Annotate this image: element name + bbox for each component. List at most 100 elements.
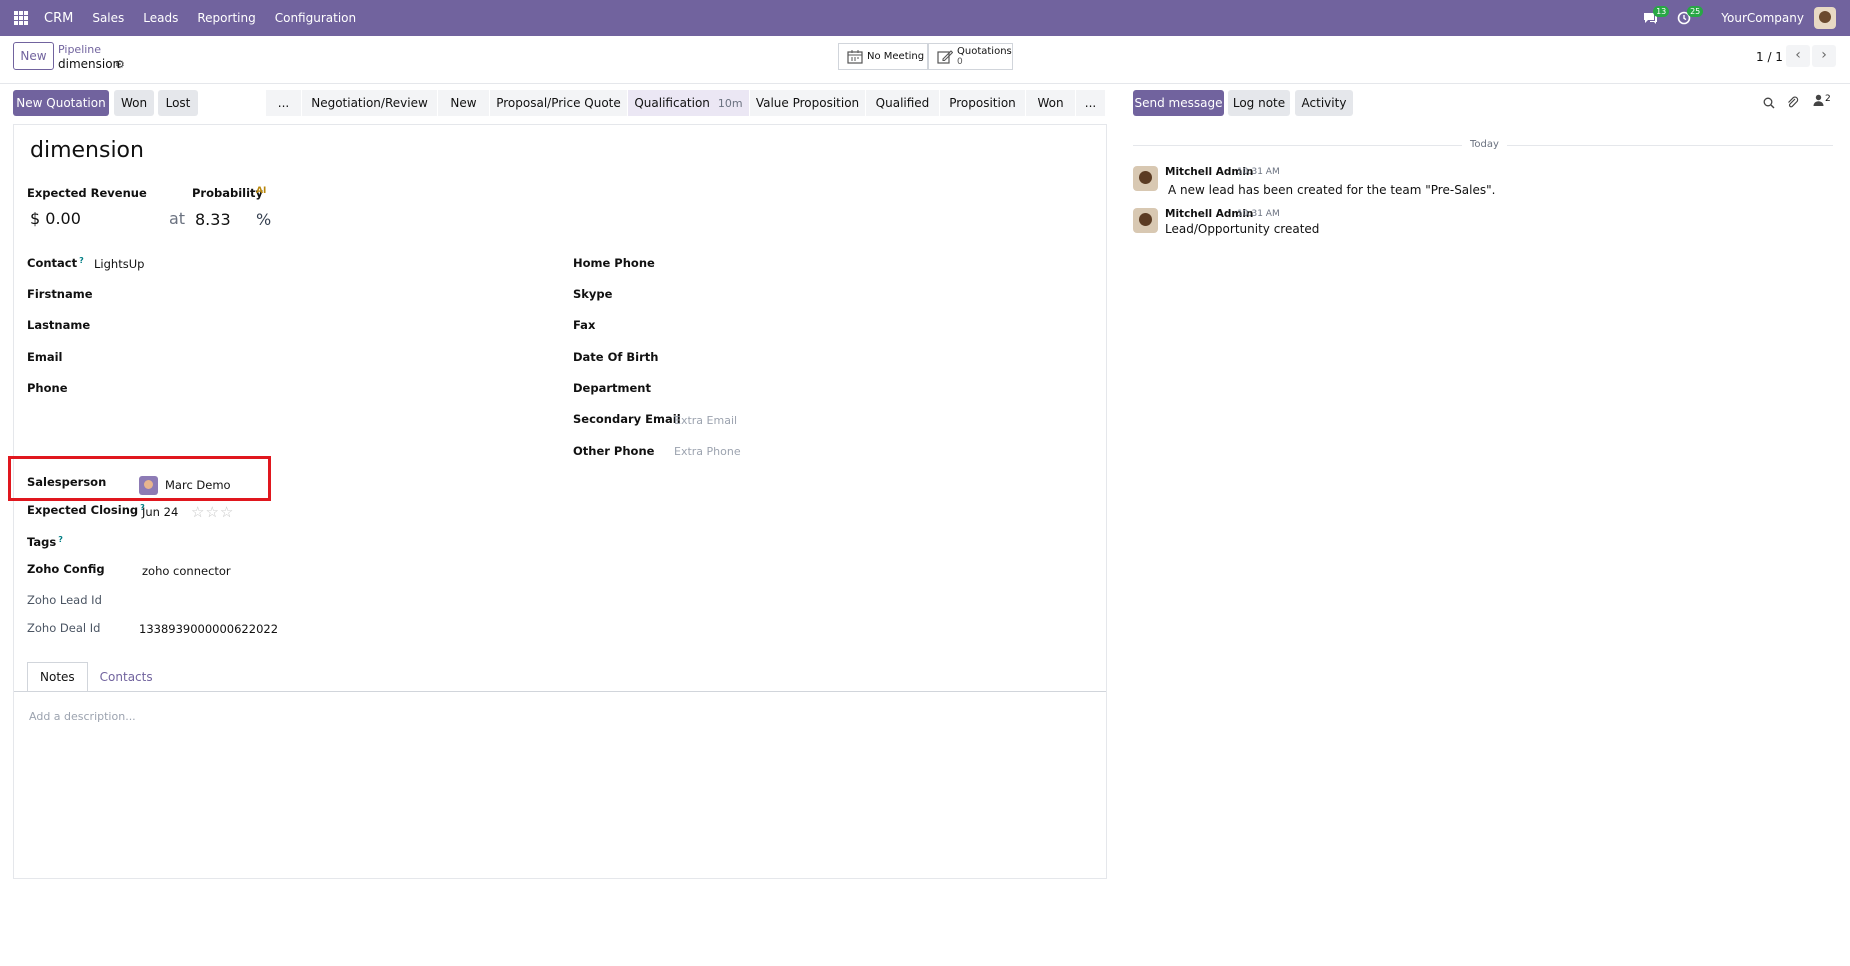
- help-icon: ?: [58, 535, 63, 544]
- secondary-email-field[interactable]: Extra Email: [674, 414, 737, 427]
- stage-time: 10m: [717, 96, 743, 110]
- expected-closing-field[interactable]: Jun 24: [142, 505, 178, 519]
- search-icon[interactable]: [1763, 97, 1775, 109]
- stage-proposal[interactable]: Proposal/Price Quote: [490, 90, 628, 116]
- new-quotation-button[interactable]: New Quotation: [13, 90, 109, 116]
- stage-label: Proposal/Price Quote: [496, 96, 621, 110]
- menu-reporting[interactable]: Reporting: [197, 11, 255, 25]
- menu-leads[interactable]: Leads: [143, 11, 178, 25]
- tab-notes[interactable]: Notes: [27, 662, 88, 692]
- home-phone-label: Home Phone: [573, 256, 655, 270]
- message-avatar[interactable]: [1133, 166, 1158, 191]
- zoho-lead-id-label: Zoho Lead Id: [27, 593, 102, 607]
- top-navbar: CRM Sales Leads Reporting Configuration …: [0, 0, 1850, 36]
- followers-button[interactable]: 2: [1813, 94, 1831, 106]
- user-icon: [1813, 94, 1824, 106]
- salesperson-label: Salesperson: [27, 475, 107, 489]
- tab-contacts[interactable]: Contacts: [88, 662, 165, 692]
- message-time: 10:31 AM: [1237, 209, 1280, 219]
- pager-previous-button[interactable]: ‹: [1786, 45, 1810, 67]
- form-sheet: [13, 124, 1107, 879]
- fax-label: Fax: [573, 318, 596, 332]
- opportunity-title[interactable]: dimension: [30, 138, 144, 163]
- other-phone-field[interactable]: Extra Phone: [674, 445, 741, 458]
- stage-negotiation[interactable]: Negotiation/Review: [302, 90, 438, 116]
- stage-proposition[interactable]: Proposition: [940, 90, 1026, 116]
- message-avatar[interactable]: [1133, 208, 1158, 233]
- stage-label: Qualification: [634, 96, 710, 110]
- stage-new[interactable]: New: [438, 90, 490, 116]
- stage-label: Won: [1037, 96, 1064, 110]
- send-message-button[interactable]: Send message: [1133, 90, 1224, 116]
- expected-revenue-label: Expected Revenue: [27, 186, 147, 200]
- department-label: Department: [573, 381, 651, 395]
- firstname-label: Firstname: [27, 287, 93, 301]
- zoho-config-label: Zoho Config: [27, 562, 105, 576]
- stage-value-proposition[interactable]: Value Proposition: [750, 90, 866, 116]
- skype-label: Skype: [573, 287, 613, 301]
- stage-more-left[interactable]: ...: [266, 90, 302, 116]
- company-switcher[interactable]: YourCompany: [1721, 11, 1804, 25]
- zoho-deal-id-field[interactable]: 1338939000000622022: [139, 622, 278, 636]
- menu-sales[interactable]: Sales: [92, 11, 124, 25]
- zoho-config-field[interactable]: zoho connector: [142, 564, 231, 578]
- pager-next-button[interactable]: ›: [1812, 45, 1836, 67]
- stage-statusbar: ... Negotiation/Review New Proposal/Pric…: [266, 90, 1106, 116]
- messages-count-badge: 13: [1653, 6, 1670, 17]
- message-body: Lead/Opportunity created: [1165, 222, 1320, 236]
- stage-more-right[interactable]: ...: [1076, 90, 1106, 116]
- quotations-label: Quotations: [957, 45, 1012, 57]
- stage-qualification[interactable]: Qualification 10m: [628, 90, 750, 116]
- activity-button[interactable]: Activity: [1295, 90, 1353, 116]
- phone-label: Phone: [27, 381, 68, 395]
- stage-label: Value Proposition: [755, 96, 860, 110]
- tags-label: Tags?: [27, 535, 63, 549]
- gear-icon[interactable]: ⚙: [115, 58, 125, 71]
- lost-button[interactable]: Lost: [158, 90, 198, 116]
- log-note-button[interactable]: Log note: [1228, 90, 1290, 116]
- menu-configuration[interactable]: Configuration: [275, 11, 356, 25]
- app-name[interactable]: CRM: [44, 11, 73, 26]
- messages-button[interactable]: 13: [1639, 6, 1670, 28]
- day-label: Today: [1462, 139, 1507, 150]
- tab-divider: [14, 691, 1106, 692]
- edit-icon: [937, 49, 953, 64]
- at-label: at: [169, 209, 186, 228]
- quotations-smart-button[interactable]: Quotations 0: [928, 43, 1013, 70]
- breadcrumb-pipeline[interactable]: Pipeline: [58, 43, 101, 56]
- email-label: Email: [27, 350, 63, 364]
- priority-stars[interactable]: ☆☆☆: [191, 503, 234, 521]
- apps-menu-icon[interactable]: [14, 11, 28, 25]
- salesperson-field[interactable]: Marc Demo: [165, 478, 231, 492]
- stage-qualified[interactable]: Qualified: [866, 90, 940, 116]
- message-body: A new lead has been created for the team…: [1168, 183, 1496, 197]
- contact-field[interactable]: LightsUp: [94, 257, 144, 271]
- pager-value[interactable]: 1 / 1: [1756, 50, 1783, 64]
- activities-count-badge: 25: [1687, 6, 1704, 17]
- help-icon: ?: [79, 256, 84, 265]
- followers-count: 2: [1825, 94, 1831, 104]
- stage-label: New: [450, 96, 477, 110]
- stage-label: Proposition: [949, 96, 1016, 110]
- stage-won[interactable]: Won: [1026, 90, 1076, 116]
- notebook-tabs: Notes Contacts: [27, 662, 165, 692]
- contact-label: Contact?: [27, 256, 84, 270]
- ai-probability-icon[interactable]: AI: [256, 186, 266, 196]
- stage-label: ...: [1084, 96, 1097, 110]
- meeting-label: No Meeting: [867, 51, 925, 62]
- user-avatar[interactable]: [1814, 7, 1836, 29]
- activities-button[interactable]: 25: [1673, 6, 1704, 28]
- meeting-smart-button[interactable]: No Meeting: [838, 43, 928, 70]
- expected-revenue-field[interactable]: $ 0.00: [30, 209, 81, 228]
- description-field[interactable]: Add a description...: [29, 710, 136, 723]
- probability-label: Probability: [192, 186, 264, 200]
- calendar-icon: [847, 49, 863, 64]
- new-record-button[interactable]: New: [13, 42, 54, 70]
- quotations-count: 0: [957, 56, 963, 67]
- message-time: 10:31 AM: [1237, 167, 1280, 177]
- won-button[interactable]: Won: [114, 90, 154, 116]
- paperclip-icon[interactable]: [1786, 96, 1800, 110]
- probability-field[interactable]: 8.33: [195, 210, 231, 229]
- expected-closing-label: Expected Closing?: [27, 503, 145, 517]
- zoho-deal-id-label: Zoho Deal Id: [27, 621, 101, 635]
